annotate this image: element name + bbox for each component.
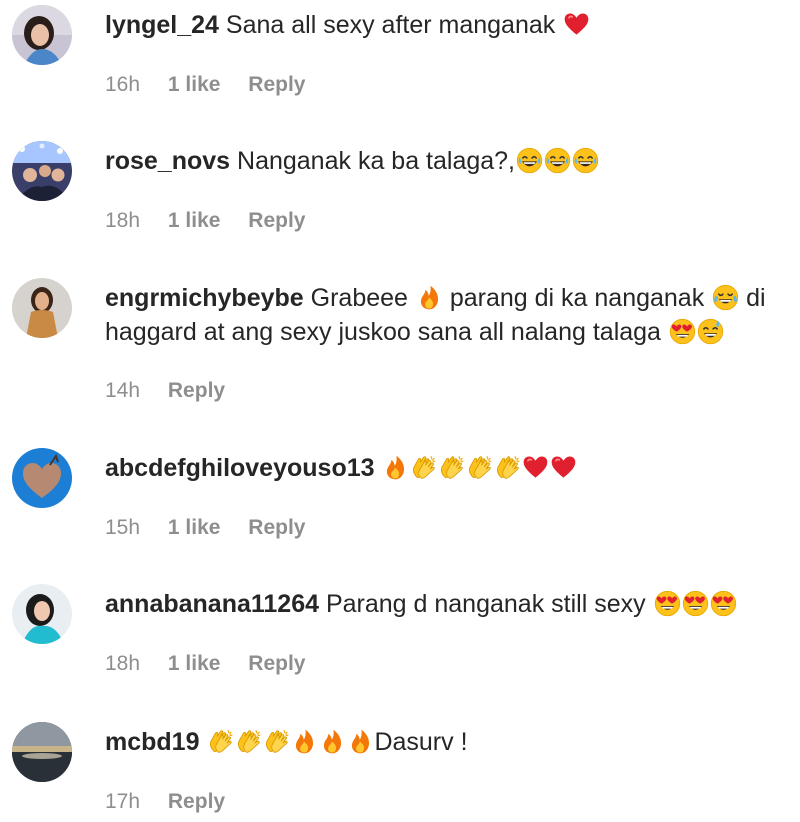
fire-icon (347, 728, 374, 755)
heart-eyes-icon (682, 590, 709, 617)
heart-icon (550, 454, 577, 481)
clapping-hands-icon (235, 728, 262, 755)
reply-button[interactable]: Reply (168, 790, 225, 813)
comment-username[interactable]: mcbd19 (105, 728, 199, 756)
comment-text: Parang d nanganak still sexy (325, 590, 646, 618)
comment-text: Nanganak ka ba talaga?, (237, 147, 516, 175)
comment-username[interactable]: engrmichybeybe (105, 284, 304, 312)
tears-of-joy-icon (712, 284, 739, 311)
reply-button[interactable]: Reply (168, 379, 225, 402)
grinning-sweat-icon (516, 147, 543, 174)
avatar[interactable] (12, 141, 72, 201)
comment-time: 15h (105, 516, 141, 539)
comment-time: 18h (105, 209, 141, 232)
avatar[interactable] (12, 584, 72, 644)
comment-text: haggard at ang sexy juskoo sana all nala… (105, 318, 661, 346)
comment-time: 18h (105, 652, 141, 675)
comment-username[interactable]: annabanana11264 (105, 590, 319, 618)
heart-icon (563, 11, 590, 38)
fire-icon (319, 728, 346, 755)
heart-icon (522, 454, 549, 481)
comment-text: Sana all sexy after manganak (225, 11, 556, 39)
comment-text: di (746, 284, 766, 312)
fire-icon (291, 728, 318, 755)
fire-icon (416, 284, 443, 311)
clapping-hands-icon (410, 454, 437, 481)
comment-time: 14h (105, 379, 141, 402)
avatar[interactable] (12, 278, 72, 338)
comment-username[interactable]: abcdefghiloveyouso13 (105, 454, 375, 482)
clapping-hands-icon (438, 454, 465, 481)
avatar[interactable] (12, 5, 72, 65)
grinning-sweat-icon (544, 147, 571, 174)
comment-text: Grabeee (310, 284, 408, 312)
heart-eyes-icon (710, 590, 737, 617)
grinning-sweat-icon (572, 147, 599, 174)
clapping-hands-icon (263, 728, 290, 755)
reply-button[interactable]: Reply (248, 516, 305, 539)
comment-username[interactable]: lyngel_24 (105, 11, 219, 39)
like-count[interactable]: 1 like (168, 652, 221, 675)
avatar[interactable] (12, 448, 72, 508)
comment-text: Dasurv ! (374, 728, 468, 756)
comment-username[interactable]: rose_novs (105, 147, 230, 175)
sweat-smile-icon (697, 318, 724, 345)
avatar[interactable] (12, 722, 72, 782)
reply-button[interactable]: Reply (248, 652, 305, 675)
heart-eyes-icon (654, 590, 681, 617)
like-count[interactable]: 1 like (168, 73, 221, 96)
comment-time: 17h (105, 790, 141, 813)
heart-eyes-icon (669, 318, 696, 345)
reply-button[interactable]: Reply (248, 209, 305, 232)
fire-icon (382, 454, 409, 481)
reply-button[interactable]: Reply (248, 73, 305, 96)
comment-text: parang di ka nanganak (449, 284, 705, 312)
like-count[interactable]: 1 like (168, 516, 221, 539)
clapping-hands-icon (466, 454, 493, 481)
clapping-hands-icon (207, 728, 234, 755)
comment-time: 16h (105, 73, 141, 96)
clapping-hands-icon (494, 454, 521, 481)
like-count[interactable]: 1 like (168, 209, 221, 232)
